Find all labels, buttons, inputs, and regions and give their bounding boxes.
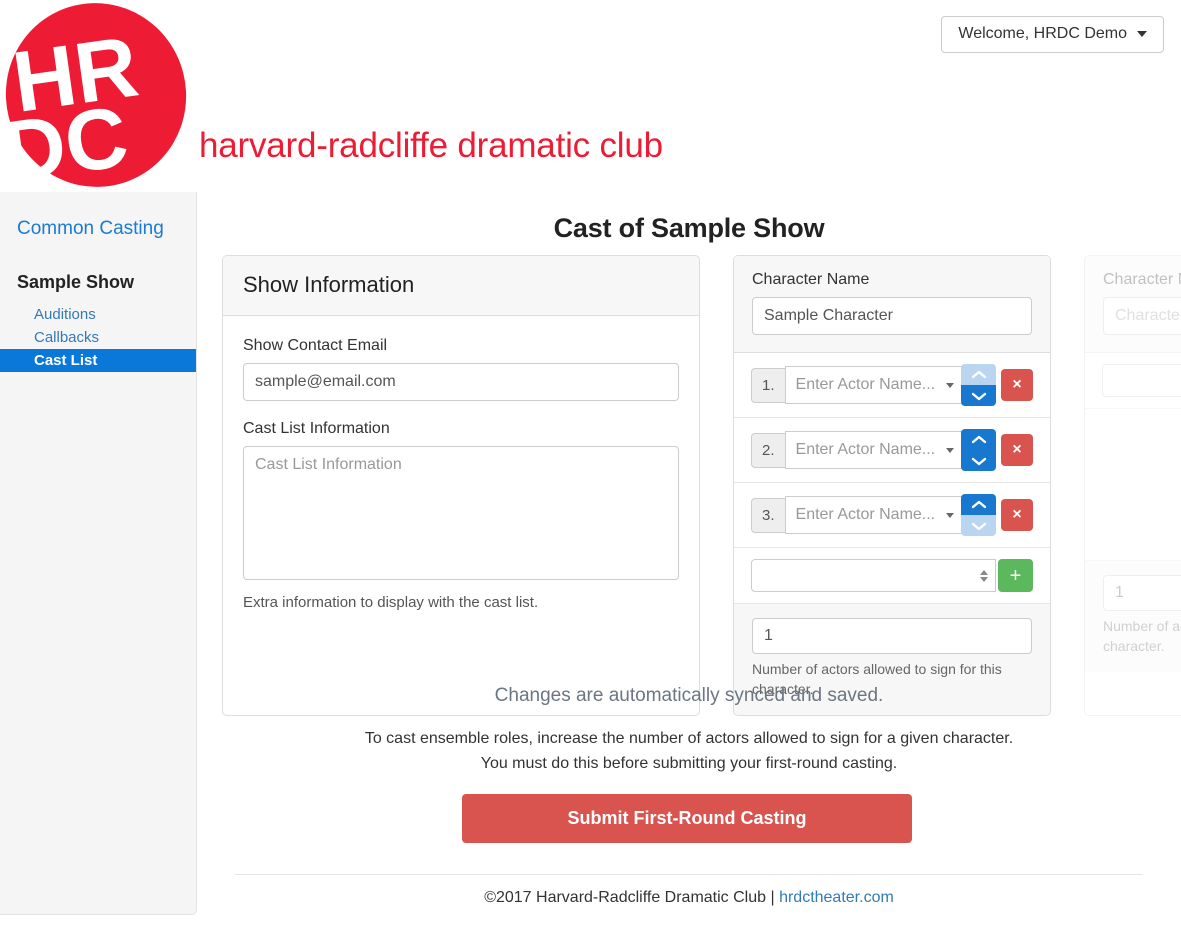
show-information-title: Show Information xyxy=(243,272,415,297)
move-up-button[interactable] xyxy=(961,494,996,515)
character-actor-rows: + xyxy=(1085,353,1181,561)
main-content: Cast of Sample Show Show Information Sho… xyxy=(197,192,1181,931)
actor-count-input[interactable] xyxy=(1103,575,1181,611)
ensemble-note: To cast ensemble roles, increase the num… xyxy=(364,730,1014,772)
footer: ©2017 Harvard-Radcliffe Dramatic Club | … xyxy=(197,889,1181,907)
footer-copyright: ©2017 Harvard-Radcliffe Dramatic Club | xyxy=(484,889,780,906)
actor-name-select[interactable]: Enter Actor Name... xyxy=(784,431,962,469)
sidebar: Common Casting Sample Show Auditions Cal… xyxy=(0,192,197,915)
remove-actor-button[interactable]: × xyxy=(1001,499,1033,531)
sidebar-item-common-casting[interactable]: Common Casting xyxy=(0,218,196,240)
actor-row-reorder-spinner[interactable] xyxy=(961,429,996,471)
show-information-body: Show Contact Email Cast List Information… xyxy=(223,316,699,633)
actor-row: 1. Enter Actor Name... × xyxy=(734,353,1050,418)
actor-count-help: Number of actors allowed to sign for thi… xyxy=(1103,618,1181,654)
brand-text: harvard-radcliffe dramatic club xyxy=(199,126,663,165)
character-name-label: Character Name xyxy=(752,271,870,288)
sync-note: Changes are automatically synced and sav… xyxy=(494,685,884,706)
actor-name-placeholder: Enter Actor Name... xyxy=(795,441,936,458)
welcome-label: Welcome, HRDC Demo xyxy=(958,25,1127,42)
move-up-button[interactable] xyxy=(961,429,996,450)
cast-list-information-help: Extra information to display with the ca… xyxy=(243,594,539,611)
sidebar-item-auditions-link[interactable]: Auditions xyxy=(0,303,196,326)
add-actor-row: + xyxy=(734,548,1050,604)
character-card-next-footer: Number of actors allowed to sign for thi… xyxy=(1085,561,1181,673)
svg-text:DC: DC xyxy=(0,88,134,188)
sidebar-subnav: Auditions Callbacks Cast List xyxy=(0,303,196,372)
footer-divider xyxy=(235,874,1143,875)
chevron-down-icon xyxy=(1137,31,1147,37)
character-card-next: Character Name + xyxy=(1084,255,1181,717)
show-contact-email-label: Show Contact Email xyxy=(243,337,388,354)
character-card-next-header: Character Name xyxy=(1085,256,1181,353)
cast-list-information-textarea[interactable] xyxy=(243,446,679,580)
character-card: Character Name 1. Enter Actor Name... xyxy=(733,255,1051,717)
add-actor-select[interactable] xyxy=(751,559,996,592)
character-name-label: Character Name xyxy=(1103,271,1181,288)
move-down-button[interactable] xyxy=(961,450,996,471)
actor-row-number: 1. xyxy=(751,367,785,403)
actor-row-number: 2. xyxy=(751,432,785,468)
actor-row-reorder-spinner[interactable] xyxy=(961,494,996,536)
character-name-input[interactable] xyxy=(1103,297,1181,335)
show-information-header: Show Information xyxy=(223,256,699,316)
show-contact-email-input[interactable] xyxy=(243,363,679,401)
submit-first-round-casting-button[interactable]: Submit First-Round Casting xyxy=(462,794,912,843)
sidebar-item-cast-list-link[interactable]: Cast List xyxy=(0,349,196,372)
chevron-down-icon xyxy=(946,513,954,518)
brand: HR DC harvard-radcliffe dramatic club xyxy=(0,0,663,188)
sidebar-item-cast-list[interactable]: Cast List xyxy=(0,349,196,372)
move-down-button[interactable] xyxy=(961,515,996,536)
page-root: Welcome, HRDC Demo HR DC harvard-radclif… xyxy=(0,0,1181,931)
add-actor-row: + xyxy=(1085,353,1181,409)
hrdctheater-link[interactable]: hrdctheater.com xyxy=(779,889,894,906)
hrdc-logo: HR DC xyxy=(0,0,196,188)
character-name-input[interactable] xyxy=(752,297,1032,335)
actor-name-select[interactable]: Enter Actor Name... xyxy=(784,496,962,534)
welcome-dropdown-button[interactable]: Welcome, HRDC Demo xyxy=(941,16,1164,53)
actor-row: 2. Enter Actor Name... × xyxy=(734,418,1050,483)
updown-icon xyxy=(980,569,988,582)
add-actor-select[interactable] xyxy=(1102,364,1181,397)
actor-name-placeholder: Enter Actor Name... xyxy=(795,376,936,393)
cards-row: Show Information Show Contact Email Cast… xyxy=(222,255,1181,717)
sidebar-item-auditions[interactable]: Auditions xyxy=(0,303,196,326)
show-information-card: Show Information Show Contact Email Cast… xyxy=(222,255,700,717)
sidebar-item-callbacks[interactable]: Callbacks xyxy=(0,326,196,349)
actor-count-input[interactable] xyxy=(752,618,1032,654)
empty-rows-area xyxy=(1085,409,1181,561)
actor-row-number: 3. xyxy=(751,497,785,533)
chevron-down-icon xyxy=(946,448,954,453)
actor-row: 3. Enter Actor Name... × xyxy=(734,483,1050,548)
chevron-down-icon xyxy=(946,383,954,388)
actor-row-reorder-spinner[interactable] xyxy=(961,364,996,406)
actor-name-select[interactable]: Enter Actor Name... xyxy=(784,366,962,404)
remove-actor-button[interactable]: × xyxy=(1001,434,1033,466)
character-card-header: Character Name xyxy=(734,256,1050,353)
move-up-button[interactable] xyxy=(961,364,996,385)
sidebar-item-callbacks-link[interactable]: Callbacks xyxy=(0,326,196,349)
character-actor-rows: 1. Enter Actor Name... × 2. Enter Actor … xyxy=(734,353,1050,604)
remove-actor-button[interactable]: × xyxy=(1001,369,1033,401)
page-title: Cast of Sample Show xyxy=(553,213,825,243)
actor-name-placeholder: Enter Actor Name... xyxy=(795,506,936,523)
move-down-button[interactable] xyxy=(961,385,996,406)
sidebar-show-heading: Sample Show xyxy=(17,272,135,292)
cast-list-information-label: Cast List Information xyxy=(243,420,390,437)
add-actor-button[interactable]: + xyxy=(998,559,1033,592)
